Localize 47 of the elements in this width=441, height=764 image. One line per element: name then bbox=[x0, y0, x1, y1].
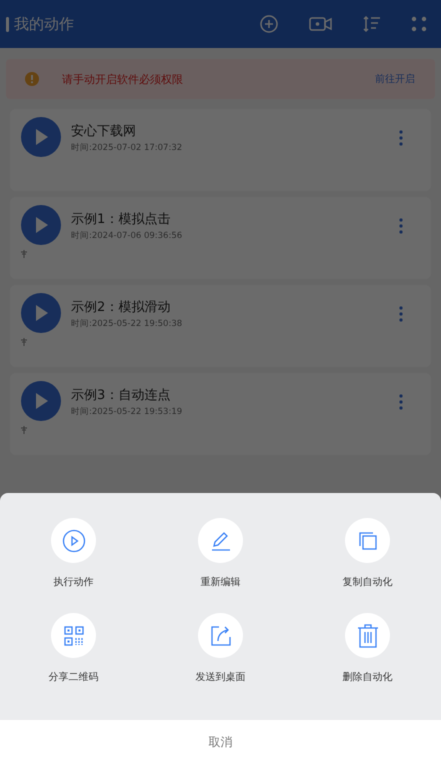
copy-icon bbox=[358, 530, 378, 550]
option-label: 发送到桌面 bbox=[196, 670, 246, 684]
play-button[interactable] bbox=[21, 293, 61, 333]
action-time: 时间:2025-05-22 19:50:38 bbox=[71, 318, 184, 330]
action-card[interactable]: 示例2：模拟滑动 时间:2025-05-22 19:50:38 bbox=[10, 285, 431, 367]
grid-icon[interactable] bbox=[411, 16, 427, 32]
option-label: 删除自动化 bbox=[342, 671, 392, 684]
action-title: 示例2：模拟滑动 bbox=[71, 299, 172, 316]
action-title: 示例1：模拟点击 bbox=[71, 211, 172, 228]
sheet-option[interactable]: 执行动作 bbox=[0, 518, 147, 591]
action-time: 时间:2025-07-02 17:07:32 bbox=[71, 142, 184, 154]
sheet-option[interactable]: 分享二维码 bbox=[0, 613, 147, 686]
title-marker bbox=[6, 16, 9, 32]
action-card[interactable]: 示例3：自动连点 时间:2025-05-22 19:53:19 bbox=[10, 373, 431, 455]
cancel-button[interactable]: 取消 bbox=[0, 720, 441, 764]
option-label: 重新编辑 bbox=[200, 576, 240, 589]
sort-icon[interactable] bbox=[363, 15, 381, 33]
play-circle-icon bbox=[62, 528, 86, 552]
warning-icon bbox=[25, 72, 39, 86]
add-icon[interactable] bbox=[259, 14, 279, 34]
trash-icon bbox=[356, 624, 378, 648]
action-title: 安心下载网 bbox=[71, 123, 137, 140]
action-card[interactable]: 示例1：模拟点击 时间:2024-07-06 09:36:56 bbox=[10, 197, 431, 279]
more-icon[interactable] bbox=[399, 394, 403, 410]
sheet-option[interactable]: 发送到桌面 bbox=[147, 613, 294, 686]
more-icon[interactable] bbox=[399, 130, 403, 146]
play-button[interactable] bbox=[21, 117, 61, 157]
play-button[interactable] bbox=[21, 381, 61, 421]
play-button[interactable] bbox=[21, 205, 61, 245]
qr-code-icon bbox=[64, 626, 84, 646]
banner-message: 请手动开启软件必须权限 bbox=[62, 72, 184, 86]
option-label: 执行动作 bbox=[54, 576, 94, 589]
more-icon[interactable] bbox=[399, 306, 403, 322]
action-time: 时间:2024-07-06 09:36:56 bbox=[71, 230, 184, 242]
video-camera-icon[interactable] bbox=[309, 15, 333, 33]
more-icon[interactable] bbox=[399, 218, 403, 234]
action-card[interactable]: 安心下载网 时间:2025-07-02 17:07:32 bbox=[10, 109, 431, 191]
page-title: 我的动作 bbox=[14, 14, 75, 34]
pencil-icon bbox=[210, 530, 232, 552]
option-label: 复制自动化 bbox=[342, 576, 392, 589]
action-time: 时间:2025-05-22 19:53:19 bbox=[71, 406, 184, 418]
sheet-option[interactable]: 删除自动化 bbox=[294, 613, 441, 686]
option-label: 分享二维码 bbox=[48, 670, 98, 684]
sheet-option[interactable]: 重新编辑 bbox=[147, 518, 294, 591]
share-icon bbox=[210, 624, 232, 646]
sheet-option[interactable]: 复制自动化 bbox=[294, 518, 441, 591]
action-title: 示例3：自动连点 bbox=[71, 387, 172, 404]
